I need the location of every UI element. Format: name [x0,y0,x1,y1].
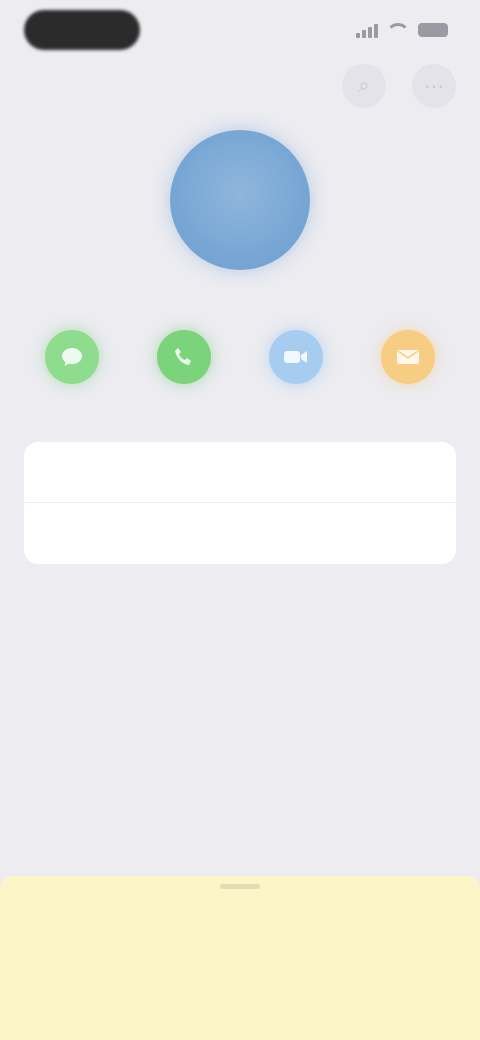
more-button[interactable]: ⋯ [412,64,456,108]
mail-action[interactable] [360,330,456,408]
message-action[interactable] [24,330,120,408]
search-button[interactable]: ⌕ [342,64,386,108]
video-icon [269,330,323,384]
sheet-handle[interactable] [220,884,260,889]
status-time [24,10,140,50]
search-icon: ⌕ [358,74,370,97]
video-action[interactable] [248,330,344,408]
more-icon: ⋯ [424,75,444,98]
status-bar [0,0,480,60]
contact-info-card [24,442,456,564]
phone-icon [157,330,211,384]
quick-actions [24,330,456,408]
contact-screen: ⌕ ⋯ [0,0,480,1040]
info-row-email[interactable] [24,502,456,563]
message-icon [45,330,99,384]
signal-icon [356,22,378,38]
wifi-icon [386,22,410,38]
top-actions: ⌕ ⋯ [342,64,456,108]
battery-icon [418,23,448,37]
avatar[interactable] [170,130,310,270]
mail-icon [381,330,435,384]
bottom-sheet [0,876,480,1040]
call-action[interactable] [136,330,232,408]
status-icons [356,20,448,40]
info-row-phone[interactable] [24,442,456,502]
